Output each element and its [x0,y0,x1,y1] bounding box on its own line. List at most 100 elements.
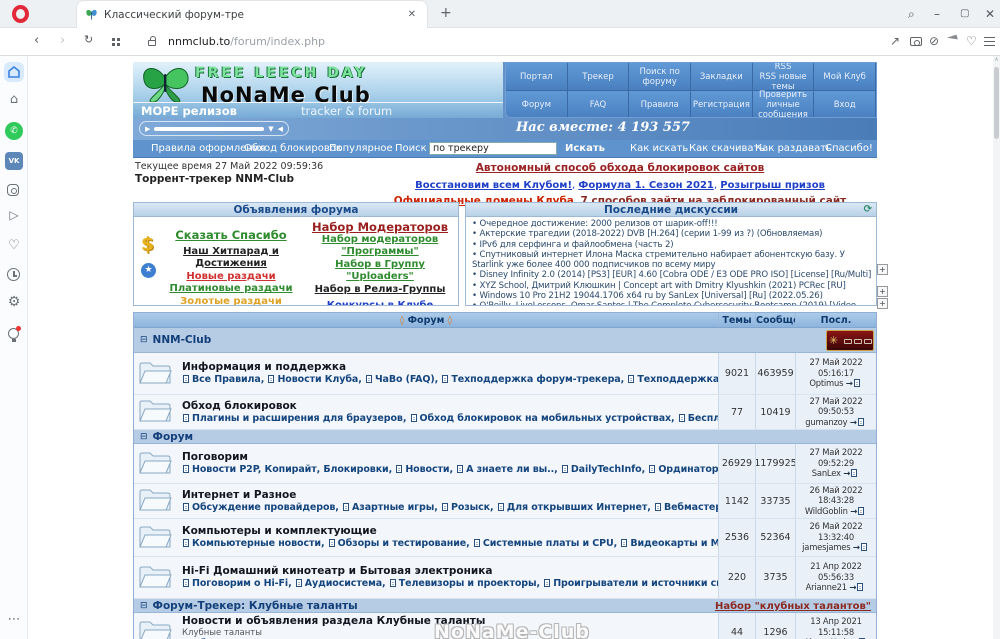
subforum-link[interactable]: Бесплатные VPN сервисы [688,413,718,424]
lastpost-user[interactable]: SanLex [812,468,841,478]
expand-button[interactable]: + [877,264,888,275]
forward-icon[interactable]: › [60,33,65,48]
strip-link[interactable]: Спасибо! [825,143,873,154]
browser-tab[interactable]: Классический форум-тре ✕ [76,0,428,28]
latest-post-icon[interactable]: → [853,543,870,553]
maximize-button[interactable]: ▢ [960,8,969,19]
subforum-link[interactable]: Плагины и расширения для браузеров [192,413,403,424]
panel-link[interactable]: Платиновые раздачи [160,283,302,296]
forum-title-link[interactable]: Обход блокировок [182,400,718,413]
favorites-heart-icon[interactable]: ♡ [0,238,28,253]
share-icon[interactable]: ↗ [890,34,900,48]
opera-logo-icon[interactable] [12,5,29,23]
nav-item[interactable]: Проверить личные сообщения [752,90,815,117]
home-icon[interactable]: ⌂ [0,92,28,107]
radio-player[interactable]: ▶ ▼ ◀ [139,121,289,136]
subforum-link[interactable]: Ординаторская [658,464,718,475]
sidebar-more-icon[interactable]: ⋯ [0,612,28,627]
subforum-link[interactable]: Все Правила [192,374,261,385]
lastpost-user[interactable]: WildGoblin [805,506,848,516]
category-forum[interactable]: ⊟ Форум [134,430,876,444]
expand-button[interactable]: + [877,298,888,309]
flow-icon[interactable] [946,34,960,47]
subforum-link[interactable]: Техподдержка (разное) [637,374,718,385]
nav-item[interactable]: Мой Клуб [814,63,876,91]
subforum-link[interactable]: DailyTechInfo [571,464,642,475]
subforum-link[interactable]: Азартные игры [352,502,434,513]
latest-post-icon[interactable]: → [850,417,867,428]
discussion-link[interactable]: Disney Infinity 2.0 (2014) [PS3] [EUR] 4… [472,270,872,280]
subforum-link[interactable]: Для открывших Интернет [507,502,648,513]
discussion-link[interactable]: IPv6 для серфинга и файлообмена (часть 2… [472,240,872,250]
panel-link[interactable]: Набор модераторов "Программы" [302,234,458,259]
lastpost-user[interactable]: Arianne21 [806,582,847,592]
subforum-link[interactable]: Обсуждение провайдеров [192,502,335,513]
discussion-link[interactable]: Очередное достижение: 2000 релизов от ша… [472,219,872,229]
nav-item[interactable]: Трекер [567,63,630,91]
tune-icon[interactable] [984,37,995,47]
page-scrollbar[interactable]: ∧ [993,56,1000,639]
discussion-link[interactable]: Актерские трагедии (2018-2022) DVB [H.26… [472,229,872,239]
strip-link[interactable]: Как искать [630,143,688,154]
latest-post-icon[interactable]: → [846,379,863,389]
panel-link[interactable]: Сказать Спасибо [160,229,302,242]
address-bar[interactable]: nnmclub.to/forum/index.php [168,35,325,48]
talents-recruit-link[interactable]: Набор "клубных талантов" [715,599,871,614]
subforum-link[interactable]: Новости [405,464,449,475]
panel-link[interactable]: Золотые раздачи [160,296,302,306]
snapshot-icon[interactable] [910,37,922,46]
forum-title-link[interactable]: Интернет и Разное [182,489,718,502]
player-progress[interactable] [154,126,265,131]
nav-item[interactable]: FAQ [567,91,630,117]
search-input[interactable] [429,142,557,155]
close-button[interactable]: ✕ [985,7,995,21]
subforum-link[interactable]: Системные платы и CPU [483,538,614,549]
subforum-link[interactable]: Розыск [451,502,490,513]
telegram-icon[interactable]: ▷ [0,208,28,222]
latest-post-icon[interactable]: → [843,469,860,479]
announce-link[interactable]: Розыгрыш призов [720,180,825,191]
tab-close-icon[interactable]: ✕ [405,9,419,20]
reload-icon[interactable]: ↻ [84,33,93,46]
minimize-button[interactable]: – [934,7,940,21]
strip-link[interactable]: Обход блокировок [244,143,342,154]
discussion-link[interactable]: Спутниковый интернет Илона Маска стремит… [472,250,872,271]
scroll-up-icon[interactable]: ∧ [993,56,1000,63]
back-icon[interactable]: ‹ [34,33,39,48]
panel-link[interactable]: Набор Модераторов [302,221,458,234]
strip-link[interactable]: Как раздавать [755,143,832,154]
strip-link[interactable]: Как скачивать [689,143,765,154]
panel-link[interactable]: Новые раздачи [160,271,302,284]
discussion-link[interactable]: O'Reilly, LiveLessons, Omar Santos | The… [472,301,872,305]
subforum-link[interactable]: Проигрыватели и источники сигнала [553,578,718,589]
subforum-link[interactable]: Техподдержка форум-трекера [451,374,620,385]
new-tab-button[interactable]: + [440,5,452,21]
event-banner[interactable]: ✳ [826,330,874,351]
announce-link[interactable]: Формула 1. Сезон 2021 [578,180,713,191]
forum-title-link[interactable]: Компьютеры и комплектующие [182,525,718,538]
nav-item[interactable]: Вход [814,91,876,117]
forum-title-link[interactable]: Поговорим [182,451,718,464]
nav-item[interactable]: Регистрация [691,91,753,117]
subforum-link[interactable]: Новости P2P, Копирайт, Блокировки [192,464,389,475]
nav-item[interactable]: Форум [506,91,568,117]
panel-link[interactable]: Набор в Релиз-Группы [302,284,458,297]
lastpost-user[interactable]: Optimus [809,378,843,388]
category-nnm-club[interactable]: ⊟ NNM-Club ✳ [134,328,876,353]
bookmark-heart-icon[interactable]: ♡ [966,34,977,48]
forum-title-link[interactable]: Информация и поддержка [182,361,718,374]
subforum-link[interactable]: Аудиосистема [305,578,382,589]
announce-link[interactable]: Автономный способ обхода блокировок сайт… [476,162,764,174]
scrollbar-thumb[interactable] [994,67,999,139]
subforum-link[interactable]: Новости Клуба [277,374,358,385]
latest-post-icon[interactable]: → [849,583,866,593]
panel-link[interactable]: Набор в Группу "Uploaders" [302,259,458,284]
nav-item[interactable]: Закладки [691,63,753,91]
tab-search-icon[interactable]: ⌕ [908,7,915,22]
nav-item[interactable]: RSS RSS новые темы [752,63,815,92]
search-button[interactable]: Искать [565,143,605,154]
subforum-link[interactable]: А знаете ли вы.. [466,464,554,475]
discussion-link[interactable]: Windows 10 Pro 21H2 19044.1706 x64 ru by… [472,291,872,301]
blocker-icon[interactable]: ⊘ [929,34,939,48]
subforum-link[interactable]: Обход блокировок на мобильных устройства… [420,413,672,424]
